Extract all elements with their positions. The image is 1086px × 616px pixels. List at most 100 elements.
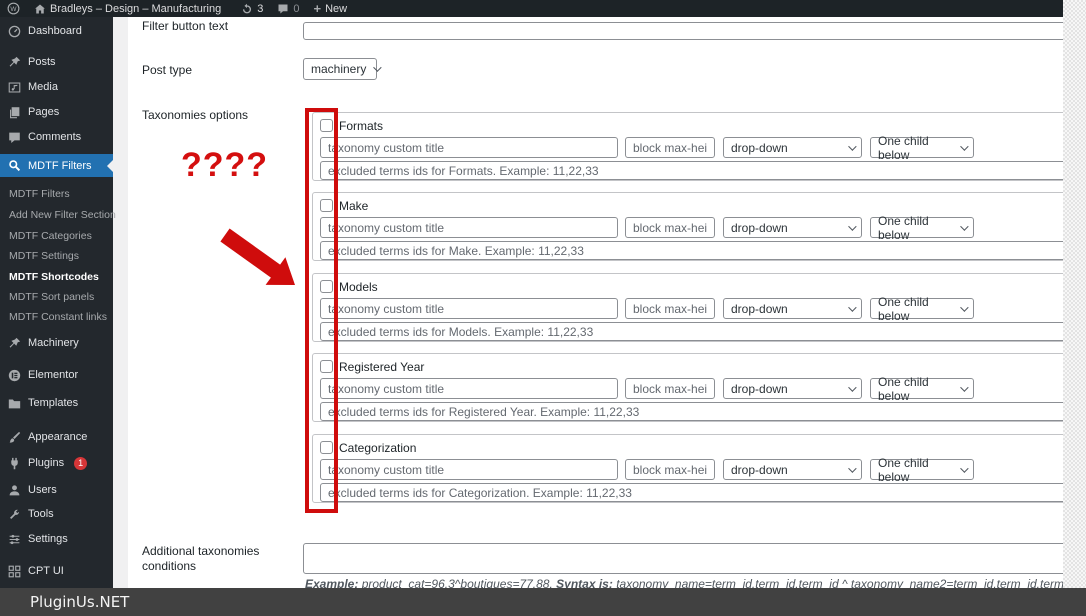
excluded-terms-input[interactable] — [320, 241, 1063, 260]
site-name-menu[interactable]: Bradleys – Design – Manufacturing — [27, 0, 228, 17]
hierarchy-value: One child below — [878, 455, 929, 484]
submenu-item-mdtf-constant-links[interactable]: MDTF Constant links — [0, 307, 113, 327]
sidebar-item-label: Settings — [28, 533, 68, 545]
block-max-height-input[interactable] — [625, 217, 715, 238]
chevron-down-icon — [848, 141, 857, 151]
taxonomy-custom-title-input[interactable] — [320, 378, 618, 399]
active-item-notch — [107, 159, 113, 172]
taxonomy-name: Make — [339, 199, 369, 213]
submenu-item-mdtf-filters[interactable]: MDTF Filters — [0, 184, 113, 204]
taxonomy-checkbox[interactable] — [320, 441, 333, 454]
submenu-item-mdtf-settings[interactable]: MDTF Settings — [0, 246, 113, 266]
hierarchy-select[interactable]: One child below — [870, 375, 974, 403]
taxonomy-checkbox[interactable] — [320, 119, 333, 132]
excluded-terms-input[interactable] — [320, 483, 1063, 502]
additional-taxonomies-label: Additional taxonomies conditions — [142, 544, 260, 573]
taxonomy-custom-title-input[interactable] — [320, 137, 618, 158]
sidebar-item-tools[interactable]: Tools — [0, 502, 113, 526]
excluded-terms-input[interactable] — [320, 322, 1063, 341]
block-max-height-input[interactable] — [625, 298, 715, 319]
submenu-label: MDTF Settings — [9, 250, 80, 262]
watermark-bar: PluginUs.NET — [0, 588, 1086, 616]
comments-menu[interactable]: 0 — [270, 0, 306, 17]
hierarchy-select[interactable]: One child below — [870, 295, 974, 323]
sidebar-item-machinery[interactable]: Machinery — [0, 331, 113, 355]
folder-icon — [8, 397, 21, 410]
pushpin-icon — [8, 337, 21, 350]
submenu-item-mdtf-sort-panels[interactable]: MDTF Sort panels — [0, 287, 113, 307]
excluded-terms-input[interactable] — [320, 161, 1063, 180]
hierarchy-select[interactable]: One child below — [870, 456, 974, 484]
sidebar-item-templates[interactable]: Templates — [0, 391, 113, 415]
taxonomy-name: Registered Year — [339, 360, 425, 374]
taxonomy-custom-title-input[interactable] — [320, 217, 618, 238]
sidebar-item-cpt-ui[interactable]: CPT UI — [0, 559, 113, 583]
sidebar-item-pages[interactable]: Pages — [0, 100, 113, 124]
chevron-down-icon — [848, 221, 857, 231]
sidebar-item-users[interactable]: Users — [0, 478, 113, 502]
chevron-down-icon — [848, 463, 857, 473]
submenu-item-mdtf-shortcodes[interactable]: MDTF Shortcodes — [0, 267, 113, 287]
display-type-value: drop-down — [731, 462, 788, 477]
syntax-bold: Syntax is: — [556, 577, 613, 588]
sidebar-item-label: Pages — [28, 106, 60, 118]
sidebar-item-label: Dashboard — [28, 25, 82, 37]
sidebar-item-label: Comments — [28, 131, 82, 143]
magnifier-icon — [8, 159, 21, 172]
post-type-select[interactable]: machinery — [303, 58, 383, 80]
taxonomy-checkbox[interactable] — [320, 280, 333, 293]
sidebar-item-comments[interactable]: Comments — [0, 125, 113, 149]
additional-taxonomies-textarea[interactable] — [303, 543, 1063, 574]
sidebar-item-label: CPT UI — [28, 565, 64, 577]
sidebar-item-settings[interactable]: Settings — [0, 527, 113, 551]
sidebar-item-appearance[interactable]: Appearance — [0, 425, 113, 449]
wordpress-logo-menu[interactable]: W — [0, 0, 27, 17]
content-area: Filter button text Post type machinery T… — [113, 17, 1063, 588]
updates-menu[interactable]: 3 — [234, 0, 270, 17]
taxonomies-options-label: Taxonomies options — [142, 108, 249, 122]
post-type-label: Post type — [142, 63, 193, 77]
display-type-select[interactable]: drop-down — [723, 459, 862, 480]
taxonomy-name: Categorization — [339, 441, 417, 455]
submenu-label: MDTF Constant links — [9, 311, 108, 323]
hierarchy-value: One child below — [878, 374, 929, 403]
new-content-menu[interactable]: + New — [306, 0, 354, 17]
submenu-item-add-new-filter-section[interactable]: Add New Filter Section — [0, 205, 116, 225]
sidebar-item-media[interactable]: Media — [0, 75, 113, 99]
updates-icon — [241, 3, 253, 15]
hierarchy-select[interactable]: One child below — [870, 134, 974, 162]
sidebar-item-label: Users — [28, 484, 57, 496]
display-type-select[interactable]: drop-down — [723, 137, 862, 158]
submenu-label: MDTF Shortcodes — [9, 271, 99, 283]
taxonomy-checkbox[interactable] — [320, 199, 333, 212]
pushpin-icon — [8, 56, 21, 69]
taxonomy-custom-title-input[interactable] — [320, 459, 618, 480]
chevron-down-icon — [960, 221, 969, 231]
sidebar-item-label: MDTF Filters — [28, 159, 92, 172]
hierarchy-value: One child below — [878, 213, 929, 242]
taxonomy-checkbox[interactable] — [320, 360, 333, 373]
sidebar-item-dashboard[interactable]: Dashboard — [0, 19, 113, 43]
sidebar-item-posts[interactable]: Posts — [0, 50, 113, 74]
submenu-label: MDTF Categories — [9, 230, 92, 242]
submenu-label: Add New Filter Section — [9, 209, 116, 221]
sidebar-item-label: Posts — [28, 56, 56, 68]
hierarchy-select[interactable]: One child below — [870, 214, 974, 242]
block-max-height-input[interactable] — [625, 459, 715, 480]
sidebar: Dashboard Posts Media Pages Comments MDT… — [0, 17, 116, 616]
filter-button-text-input[interactable] — [303, 22, 1063, 40]
display-type-select[interactable]: drop-down — [723, 217, 862, 238]
block-max-height-input[interactable] — [625, 137, 715, 158]
sidebar-item-elementor[interactable]: Elementor — [0, 363, 113, 387]
sidebar-item-mdtf-filters[interactable]: MDTF Filters — [0, 154, 113, 177]
scrollbar-area[interactable] — [1063, 0, 1086, 588]
submenu-item-mdtf-categories[interactable]: MDTF Categories — [0, 226, 113, 246]
excluded-terms-input[interactable] — [320, 402, 1063, 421]
new-label: New — [325, 2, 348, 15]
taxonomy-name: Formats — [339, 119, 384, 133]
display-type-select[interactable]: drop-down — [723, 378, 862, 399]
sidebar-item-plugins[interactable]: Plugins 1 — [0, 451, 113, 475]
taxonomy-custom-title-input[interactable] — [320, 298, 618, 319]
display-type-select[interactable]: drop-down — [723, 298, 862, 319]
block-max-height-input[interactable] — [625, 378, 715, 399]
